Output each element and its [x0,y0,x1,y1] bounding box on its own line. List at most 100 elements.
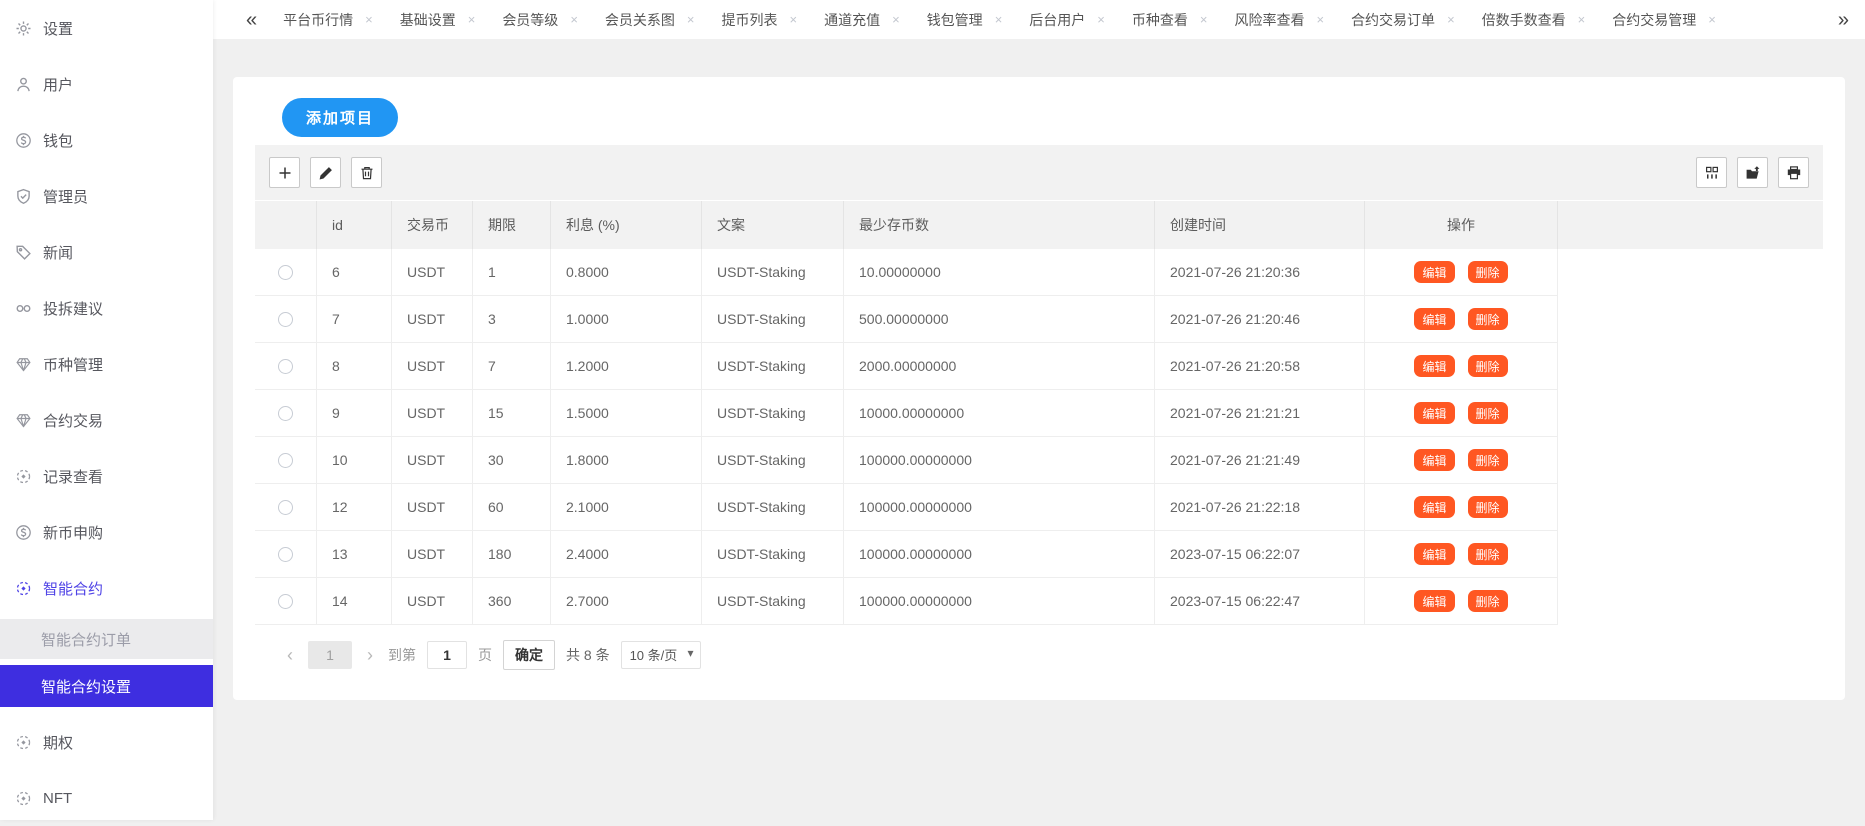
tab-close-icon[interactable]: × [1578,13,1586,26]
edit-button[interactable]: 编辑 [1414,308,1454,330]
tab-basic-settings[interactable]: 基础设置× [400,10,476,30]
tabs-expand-button[interactable]: » [1838,10,1849,30]
tab-admin-users[interactable]: 后台用户× [1029,10,1105,30]
add-row-button[interactable] [269,157,300,188]
aim-icon [15,580,32,597]
cell-text: USDT-Staking [702,343,844,390]
print-button[interactable] [1778,157,1809,188]
tab-close-icon[interactable]: × [790,13,798,26]
tab-market-quotes[interactable]: 平台币行情× [283,10,373,30]
edit-row-button[interactable] [310,157,341,188]
diamond-icon [15,356,32,373]
column-header-text: 文案 [702,201,844,249]
next-page-button[interactable]: › [363,646,377,664]
edit-button[interactable]: 编辑 [1414,402,1454,424]
cell-interest: 1.5000 [551,390,702,437]
cell-term: 60 [473,484,551,531]
tab-wallet-manage[interactable]: 钱包管理× [927,10,1003,30]
confirm-page-button[interactable]: 确定 [503,640,555,670]
sidebar-item-smart-contract[interactable]: 智能合约 [0,560,213,616]
delete-button[interactable]: 删除 [1468,449,1508,471]
current-page-button[interactable]: 1 [308,641,352,669]
tab-close-icon[interactable]: × [1097,13,1105,26]
cell-id: 12 [317,484,392,531]
tab-close-icon[interactable]: × [687,13,695,26]
filter-columns-button[interactable] [1696,157,1727,188]
cell-min_deposit: 500.00000000 [844,296,1155,343]
edit-button[interactable]: 编辑 [1414,496,1454,518]
tab-member-level[interactable]: 会员等级× [502,10,578,30]
delete-button[interactable]: 删除 [1468,496,1508,518]
tab-close-icon[interactable]: × [892,13,900,26]
row-radio[interactable] [278,265,293,280]
cell-term: 15 [473,390,551,437]
sidebar-item-options[interactable]: 期权 [0,714,213,770]
add-project-button[interactable]: 添加项目 [282,98,398,137]
delete-row-button[interactable] [351,157,382,188]
row-radio[interactable] [278,547,293,562]
tab-close-icon[interactable]: × [1447,13,1455,26]
cell-interest: 0.8000 [551,249,702,296]
row-radio[interactable] [278,453,293,468]
sidebar-subitem-smart-contract-settings[interactable]: 智能合约设置 [0,665,213,707]
column-header-empty [255,201,317,249]
cell-interest: 2.4000 [551,531,702,578]
delete-button[interactable]: 删除 [1468,590,1508,612]
dollar-circle-icon [15,524,32,541]
sidebar-item-wallet[interactable]: 钱包 [0,112,213,168]
page-number-input[interactable] [427,641,467,669]
sidebar-item-users[interactable]: 用户 [0,56,213,112]
edit-button[interactable]: 编辑 [1414,543,1454,565]
tab-close-icon[interactable]: × [570,13,578,26]
edit-button[interactable]: 编辑 [1414,355,1454,377]
column-header-empty [1558,201,1823,249]
tab-bar: « 平台币行情× 基础设置× 会员等级× 会员关系图× 提币列表× 通道充值× 钱包管理× 后… [213,0,1865,40]
tab-multiplier-view[interactable]: 倍数手数查看× [1482,10,1586,30]
row-radio[interactable] [278,312,293,327]
tab-close-icon[interactable]: × [995,13,1003,26]
row-radio[interactable] [278,406,293,421]
row-radio[interactable] [278,500,293,515]
delete-button[interactable]: 删除 [1468,402,1508,424]
tab-close-icon[interactable]: × [1708,13,1716,26]
export-button[interactable] [1737,157,1768,188]
sidebar-item-records[interactable]: 记录查看 [0,448,213,504]
tab-coin-view[interactable]: 币种查看× [1132,10,1208,30]
tab-close-icon[interactable]: × [365,13,373,26]
sidebar-item-admin[interactable]: 管理员 [0,168,213,224]
tab-close-icon[interactable]: × [1200,13,1208,26]
delete-button[interactable]: 删除 [1468,261,1508,283]
cell-radio [255,484,317,531]
sidebar-item-settings[interactable]: 设置 [0,0,213,56]
cell-interest: 2.7000 [551,578,702,625]
row-radio[interactable] [278,359,293,374]
tab-contract-manage[interactable]: 合约交易管理× [1612,10,1716,30]
tabs-collapse-button[interactable]: « [246,10,257,30]
tab-member-graph[interactable]: 会员关系图× [605,10,695,30]
prev-page-button[interactable]: ‹ [283,646,297,664]
cell-text: USDT-Staking [702,484,844,531]
sidebar-item-coin-manage[interactable]: 币种管理 [0,336,213,392]
edit-button[interactable]: 编辑 [1414,590,1454,612]
delete-button[interactable]: 删除 [1468,308,1508,330]
tab-close-icon[interactable]: × [468,13,476,26]
sidebar-item-contract-trade[interactable]: 合约交易 [0,392,213,448]
tab-close-icon[interactable]: × [1316,13,1324,26]
edit-button[interactable]: 编辑 [1414,449,1454,471]
sidebar-item-new-coin-subscribe[interactable]: 新币申购 [0,504,213,560]
delete-button[interactable]: 删除 [1468,355,1508,377]
row-radio[interactable] [278,594,293,609]
sidebar-subitem-smart-contract-orders[interactable]: 智能合约订单 [0,619,213,659]
sidebar-item-nft[interactable]: NFT [0,770,213,826]
user-icon [15,76,32,93]
edit-button[interactable]: 编辑 [1414,261,1454,283]
tab-risk-rate[interactable]: 风险率查看× [1234,10,1324,30]
sidebar-item-news[interactable]: 新闻 [0,224,213,280]
column-header-min_deposit: 最少存币数 [844,201,1155,249]
tab-contract-orders[interactable]: 合约交易订单× [1351,10,1455,30]
tab-channel-recharge[interactable]: 通道充值× [824,10,900,30]
tab-withdraw-list[interactable]: 提币列表× [722,10,798,30]
delete-button[interactable]: 删除 [1468,543,1508,565]
sidebar-item-feedback[interactable]: 投拆建议 [0,280,213,336]
page-size-select[interactable]: 10 条/页 [621,641,701,669]
